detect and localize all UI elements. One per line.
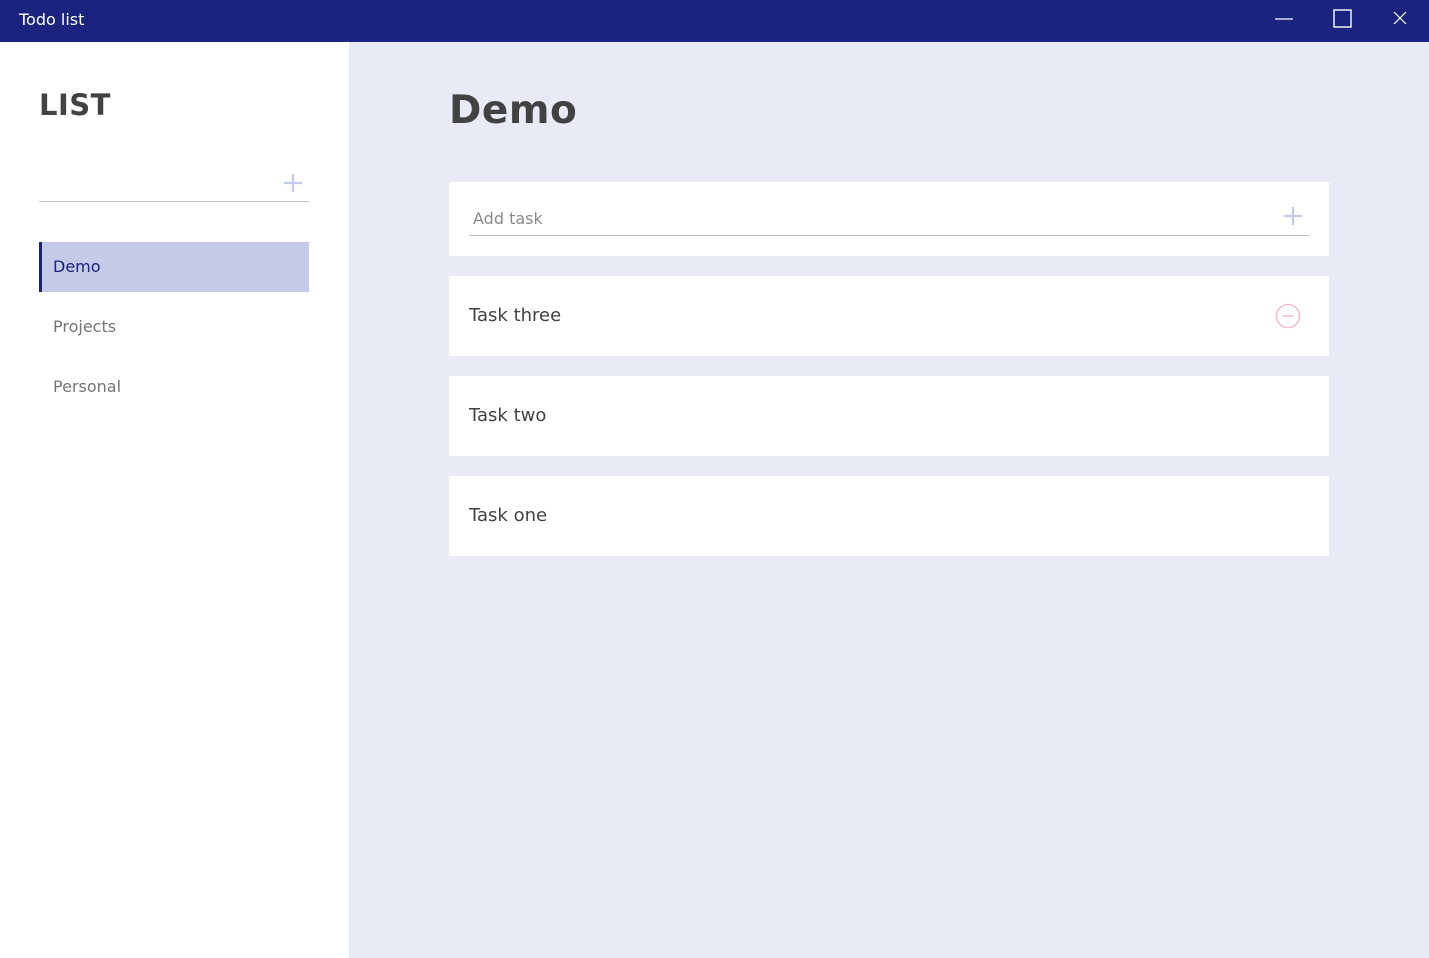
add-list-button[interactable] — [283, 173, 303, 197]
list-nav: Demo Projects Personal — [39, 242, 309, 422]
title-bar: Todo list — [0, 0, 1429, 42]
task-item[interactable]: Task two — [449, 376, 1329, 456]
main-panel: Demo Task three T — [349, 42, 1429, 958]
minus-circle-icon — [1275, 303, 1301, 329]
minimize-button[interactable] — [1255, 0, 1313, 38]
app-window: Todo list LIST Demo Projects Personal De… — [0, 0, 1429, 958]
plus-icon — [1284, 207, 1302, 225]
window-title: Todo list — [19, 10, 85, 29]
new-list-input[interactable] — [39, 173, 269, 199]
task-item[interactable]: Task one — [449, 476, 1329, 556]
add-task-input[interactable] — [473, 206, 1253, 230]
minimize-icon — [1275, 18, 1293, 20]
add-task-card — [449, 182, 1329, 256]
remove-task-button[interactable] — [1275, 303, 1301, 329]
sidebar-item-personal[interactable]: Personal — [39, 362, 309, 412]
close-icon — [1393, 11, 1407, 25]
sidebar: LIST Demo Projects Personal — [0, 42, 349, 958]
task-label: Task two — [469, 405, 547, 426]
page-title: Demo — [449, 88, 578, 133]
new-list-field — [39, 167, 309, 202]
sidebar-item-label: Personal — [53, 377, 122, 396]
plus-icon — [284, 174, 302, 192]
maximize-button[interactable] — [1313, 0, 1371, 38]
add-task-field — [469, 200, 1309, 236]
task-label: Task three — [469, 305, 562, 326]
task-label: Task one — [469, 505, 548, 526]
sidebar-item-demo[interactable]: Demo — [39, 242, 309, 292]
sidebar-heading: LIST — [39, 88, 111, 122]
sidebar-item-label: Demo — [53, 257, 101, 276]
task-item[interactable]: Task three — [449, 276, 1329, 356]
maximize-icon — [1333, 9, 1352, 28]
add-task-button[interactable] — [1283, 206, 1303, 230]
sidebar-item-label: Projects — [53, 317, 117, 336]
sidebar-item-projects[interactable]: Projects — [39, 302, 309, 352]
close-button[interactable] — [1371, 0, 1429, 38]
